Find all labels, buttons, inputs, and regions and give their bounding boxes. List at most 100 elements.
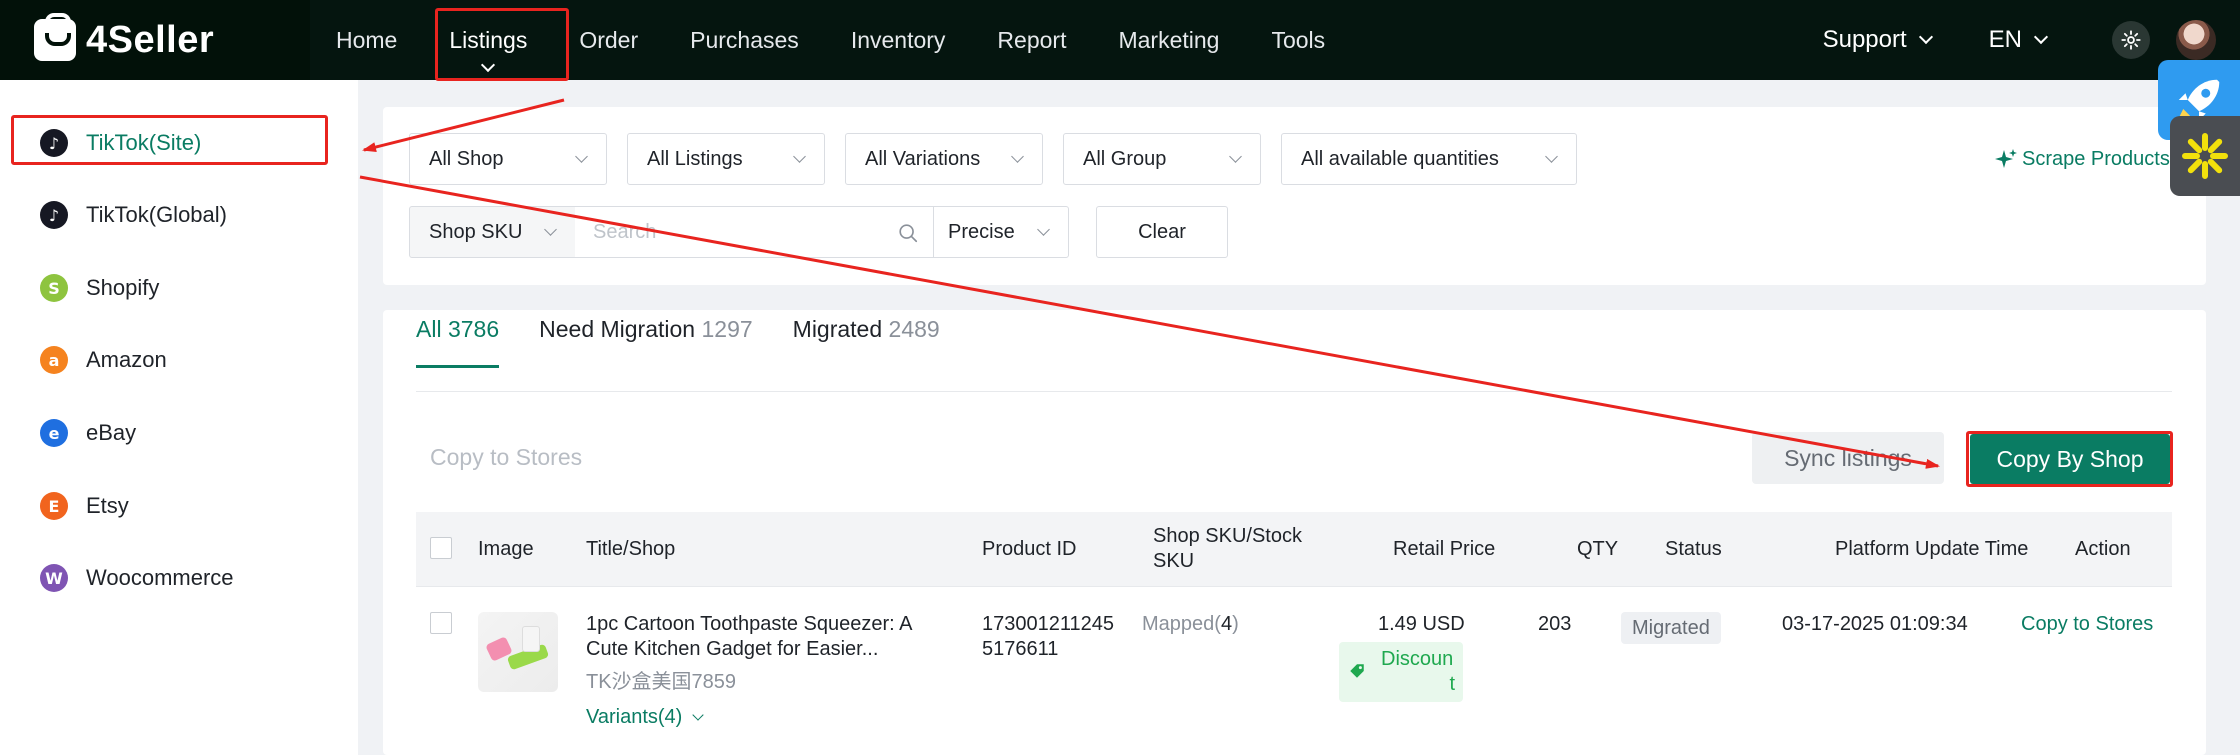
copy-to-stores-bulk-button[interactable]: Copy to Stores — [430, 444, 582, 471]
discount-line: Discoun — [1381, 648, 1454, 670]
mapped-sku-link[interactable]: Mapped(4) — [1142, 612, 1239, 637]
search-icon — [899, 224, 918, 243]
select-all-checkbox[interactable] — [430, 537, 452, 559]
shop-select[interactable]: All Shop — [409, 133, 607, 185]
shop-select-value: All Shop — [429, 147, 504, 170]
sync-listings-button[interactable]: Sync listings — [1752, 432, 1944, 484]
sidebar-item-label: TikTok(Global) — [86, 202, 227, 227]
copy-to-stores-action[interactable]: Copy to Stores — [2021, 612, 2153, 637]
variants-toggle[interactable]: Variants(4) — [586, 705, 704, 730]
tab-migrated[interactable]: Migrated 2489 — [793, 316, 940, 367]
variations-select[interactable]: All Variations — [845, 133, 1043, 185]
scrape-products-label: Scrape Products — [2022, 147, 2170, 170]
product-id-line: 5176611 — [982, 638, 1059, 660]
chevron-down-icon — [1011, 150, 1024, 163]
chevron-down-icon — [575, 150, 588, 163]
tab-need-migration[interactable]: Need Migration 1297 — [539, 316, 753, 367]
shop-name: TK沙盒美国7859 — [586, 671, 737, 693]
product-id-line: 173001211245 — [982, 613, 1114, 635]
discount-badge: Discoun t — [1339, 642, 1463, 702]
nav-home[interactable]: Home — [310, 0, 423, 80]
sidebar-item-shopify[interactable]: S Shopify — [40, 268, 159, 308]
copy-by-shop-button[interactable]: Copy By Shop — [1970, 434, 2170, 484]
sunburst-icon — [2182, 133, 2228, 179]
match-mode-select[interactable]: Precise — [933, 206, 1069, 258]
chevron-down-icon — [544, 223, 557, 236]
sidebar-item-woocommerce[interactable]: W Woocommerce — [40, 558, 234, 598]
tab-label: Need Migration — [539, 316, 696, 342]
sidebar-item-label: eBay — [86, 420, 137, 445]
scrape-products-link[interactable]: Scrape Products — [1994, 147, 2170, 171]
support-dropdown[interactable]: Support — [1823, 26, 1933, 54]
mapped-label: Mapped( — [1142, 613, 1221, 635]
header-sku-line2: SKU — [1153, 550, 1195, 572]
discount-text: Discoun t — [1381, 647, 1461, 697]
sidebar-item-amazon[interactable]: a Amazon — [40, 340, 167, 380]
match-mode-value: Precise — [948, 220, 1015, 243]
variants-label: Variants(4) — [586, 706, 683, 728]
tab-label: All — [416, 316, 442, 342]
shopping-bag-icon — [34, 13, 76, 61]
sku-field-value: Shop SKU — [429, 220, 523, 243]
chevron-down-icon — [1918, 29, 1933, 45]
user-avatar[interactable] — [2176, 20, 2216, 60]
brand-logo[interactable]: 4Seller — [0, 0, 310, 80]
sunburst-widget[interactable] — [2170, 116, 2240, 196]
clear-button[interactable]: Clear — [1096, 206, 1228, 258]
search-placeholder: Search — [593, 220, 657, 243]
group-select-value: All Group — [1083, 147, 1167, 170]
chevron-down-icon — [1037, 223, 1050, 236]
group-select[interactable]: All Group — [1063, 133, 1261, 185]
product-title[interactable]: 1pc Cartoon Toothpaste Squeezer: A Cute … — [586, 612, 913, 662]
tab-count: 1297 — [701, 316, 753, 342]
listings-select-value: All Listings — [647, 147, 743, 170]
chevron-down-icon — [793, 150, 806, 163]
thumbnail-shape — [522, 626, 540, 652]
woocommerce-icon: W — [40, 564, 68, 592]
listings-select[interactable]: All Listings — [627, 133, 825, 185]
header-image: Image — [478, 537, 534, 560]
search-input[interactable]: Search — [575, 206, 934, 258]
language-dropdown[interactable]: EN — [1989, 26, 2049, 54]
nav-purchases[interactable]: Purchases — [664, 0, 825, 80]
sidebar-item-label: Etsy — [86, 493, 129, 518]
header-status: Status — [1665, 537, 1722, 560]
tab-divider — [416, 391, 2172, 392]
sku-field-select[interactable]: Shop SKU — [409, 206, 576, 258]
product-thumbnail[interactable] — [478, 612, 558, 692]
settings-gear-icon[interactable] — [2112, 21, 2150, 59]
retail-price: 1.49 USD — [1378, 613, 1465, 635]
sidebar-item-etsy[interactable]: E Etsy — [40, 486, 129, 526]
header-retail-price: Retail Price — [1393, 537, 1496, 560]
quantities-select[interactable]: All available quantities — [1281, 133, 1577, 185]
header-sku-line1: Shop SKU/Stock — [1153, 525, 1302, 547]
nav-marketing[interactable]: Marketing — [1092, 0, 1245, 80]
tab-count: 2489 — [888, 316, 940, 342]
sidebar-item-label: Shopify — [86, 275, 160, 300]
header-sku: Shop SKU/Stock SKU — [1153, 512, 1302, 586]
discount-line: t — [1449, 673, 1455, 695]
chevron-down-icon — [2033, 29, 2049, 45]
ebay-icon: e — [40, 419, 68, 447]
sidebar-item-ebay[interactable]: e eBay — [40, 413, 136, 453]
product-title-line: 1pc Cartoon Toothpaste Squeezer: A — [586, 613, 913, 635]
tab-all[interactable]: All 3786 — [416, 316, 500, 368]
nav-order[interactable]: Order — [553, 0, 664, 80]
chevron-down-icon — [692, 708, 704, 721]
product-id: 173001211245 5176611 — [982, 612, 1114, 662]
header-qty: QTY — [1577, 537, 1619, 560]
nav-report[interactable]: Report — [971, 0, 1092, 80]
nav-listings[interactable]: Listings — [423, 0, 553, 80]
chevron-down-icon — [481, 57, 496, 73]
table-header: Image Title/Shop Product ID Shop SKU/Sto… — [416, 512, 2172, 586]
header-platform-update-time: Platform Update Time — [1835, 537, 2029, 560]
top-navigation-bar: 4Seller Home Listings Order Purchases In… — [0, 0, 2240, 80]
sidebar-item-tiktok-global[interactable]: ♪ TikTok(Global) — [40, 195, 227, 235]
variations-select-value: All Variations — [865, 147, 981, 170]
nav-inventory[interactable]: Inventory — [825, 0, 972, 80]
sidebar-item-label: Amazon — [86, 347, 167, 372]
quantities-select-value: All available quantities — [1301, 147, 1499, 170]
nav-tools[interactable]: Tools — [1245, 0, 1351, 80]
sidebar-item-tiktok-site[interactable]: ♪ TikTok(Site) — [40, 123, 201, 163]
row-checkbox[interactable] — [430, 612, 452, 634]
